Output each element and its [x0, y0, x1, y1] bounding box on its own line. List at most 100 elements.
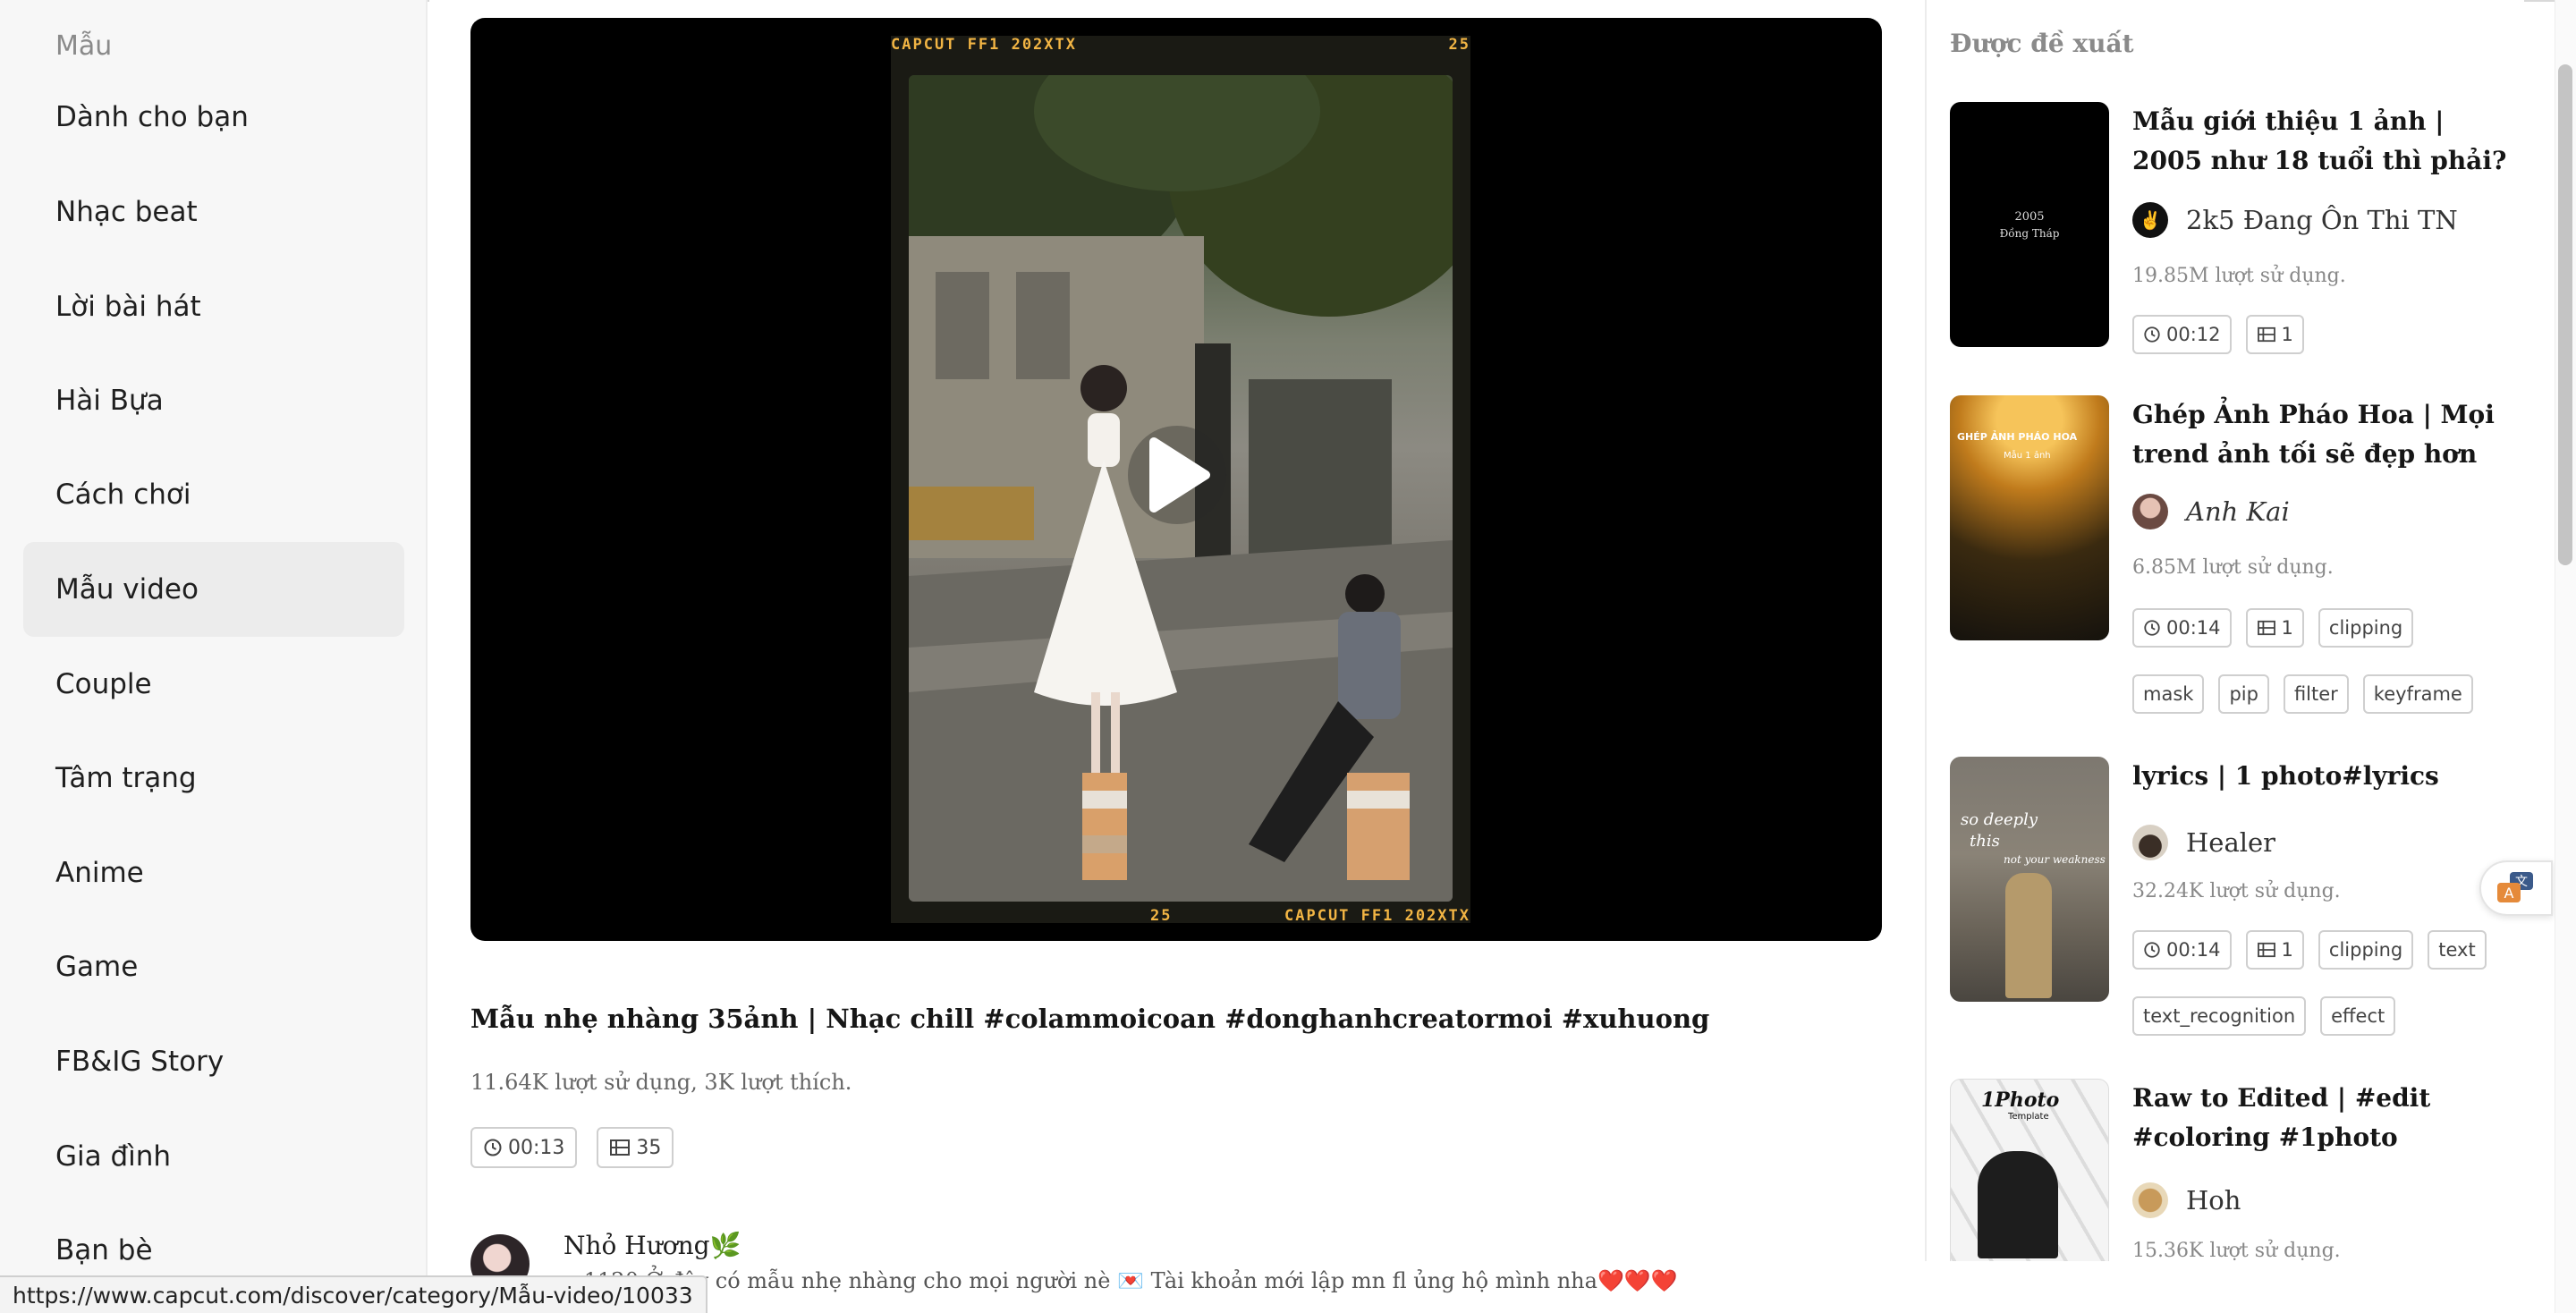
film-label-top-left: CAPCUT FF1 202XTX: [891, 36, 1077, 54]
creator-avatar: [2132, 825, 2168, 860]
clock-icon: [484, 1139, 502, 1156]
tag-row: mask pip filter keyframe: [2132, 674, 2473, 714]
thumbnail-text: so deeply: [1961, 810, 2038, 829]
clock-icon: [2144, 620, 2160, 636]
tag-text[interactable]: text: [2428, 930, 2487, 970]
sidebar-item-hai-bua[interactable]: Hài Bựa: [23, 353, 404, 448]
sidebar-item-cach-choi[interactable]: Cách chơi: [23, 447, 404, 542]
clip-count-pill: 35: [597, 1127, 674, 1168]
tag-filter[interactable]: filter: [2283, 674, 2349, 714]
film-icon: [2257, 942, 2275, 958]
play-button[interactable]: [1128, 426, 1226, 524]
sidebar-item-label: Tâm trạng: [55, 762, 197, 794]
tag-clipping[interactable]: clipping: [2318, 608, 2414, 648]
template-thumbnail[interactable]: GHÉP ẢNH PHÁO HOA Mẫu 1 ảnh: [1950, 395, 2109, 640]
sidebar-item-nhac-beat[interactable]: Nhạc beat: [23, 165, 404, 259]
sidebar-item-danh-cho-ban[interactable]: Dành cho bạn: [23, 70, 404, 165]
video-meta: 00:13 35: [470, 1127, 674, 1168]
template-thumbnail[interactable]: 1Photo Template: [1950, 1079, 2109, 1261]
template-card[interactable]: GHÉP ẢNH PHÁO HOA Mẫu 1 ảnh Ghép Ảnh Phá…: [1950, 395, 2513, 735]
video-stats: 11.64K lượt sử dụng, 3K lượt thích.: [470, 1070, 852, 1095]
sidebar-item-mau-video[interactable]: Mẫu video: [23, 542, 404, 637]
tag-row: 00:14 1 clipping text: [2132, 930, 2487, 970]
floating-translate-button[interactable]: 文 A: [2479, 860, 2553, 916]
page-scrollbar-thumb[interactable]: [2558, 64, 2572, 565]
thumbnail-text: this: [1970, 832, 2000, 851]
film-label-bottom-right: CAPCUT FF1 202XTX: [1284, 907, 1470, 923]
template-title[interactable]: lyrics | 1 photo#lyrics: [2132, 757, 2512, 796]
sidebar-item-label: Hài Bựa: [55, 385, 164, 417]
clip-count-tag: 1: [2245, 315, 2304, 354]
tag-clipping[interactable]: clipping: [2318, 930, 2414, 970]
creator[interactable]: Anh Kai: [2132, 494, 2290, 529]
video-player[interactable]: CAPCUT FF1 202XTX 25 25 CAPCUT FF1 202XT…: [470, 18, 1882, 941]
template-card[interactable]: 2005 Đồng Tháp Mẫu giới thiệu 1 ảnh | 20…: [1950, 102, 2513, 370]
clip-count-value: 1: [2281, 617, 2293, 639]
author-name[interactable]: Nhỏ Hương🌿: [564, 1231, 741, 1260]
clip-count-value: 1: [2281, 939, 2293, 961]
creator-name: Anh Kai: [2186, 496, 2290, 527]
template-title[interactable]: Raw to Edited | #edit #coloring #1photo: [2132, 1079, 2512, 1157]
creator[interactable]: Healer: [2132, 825, 2275, 860]
template-title[interactable]: Mẫu giới thiệu 1 ảnh | 2005 như 18 tuổi …: [2132, 102, 2512, 181]
main-content: CAPCUT FF1 202XTX 25 25 CAPCUT FF1 202XT…: [429, 0, 1925, 1313]
tag-pip[interactable]: pip: [2218, 674, 2269, 714]
thumbnail-text: Template: [2008, 1112, 2049, 1122]
usage-count: 32.24K lượt sử dụng.: [2132, 880, 2341, 902]
thumbnail-figure: [2005, 873, 2052, 998]
tag-text-recognition[interactable]: text_recognition: [2132, 996, 2307, 1036]
sidebar-item-label: Couple: [55, 668, 152, 700]
svg-text:A: A: [2504, 885, 2514, 902]
template-thumbnail[interactable]: 2005 Đồng Tháp: [1950, 102, 2109, 347]
sidebar-item-gia-dinh[interactable]: Gia đình: [23, 1109, 404, 1204]
sidebar-item-tam-trang[interactable]: Tâm trạng: [23, 731, 404, 826]
creator-avatar: [2132, 494, 2168, 529]
sidebar-item-label: Gia đình: [55, 1140, 172, 1173]
usage-count: 19.85M lượt sử dụng.: [2132, 265, 2346, 287]
sidebar-item-game[interactable]: Game: [23, 919, 404, 1014]
clip-count-tag: 1: [2245, 930, 2304, 970]
duration-tag: 00:12: [2132, 315, 2232, 354]
sidebar-item-label: Bạn bè: [55, 1234, 153, 1266]
thumbnail-text: Đồng Tháp: [1999, 226, 2060, 240]
recommended-panel: Được đề xuất 2005 Đồng Tháp Mẫu giới thi…: [1925, 0, 2524, 1261]
sidebar-item-label: Dành cho bạn: [55, 101, 249, 133]
creator[interactable]: ✌ 2k5 Đang Ôn Thi TN: [2132, 202, 2458, 238]
tag-row: 00:12 1: [2132, 315, 2304, 354]
film-icon: [2257, 326, 2275, 343]
sidebar-item-anime[interactable]: Anime: [23, 826, 404, 920]
link-status-bar: https://www.capcut.com/discover/category…: [0, 1275, 708, 1313]
creator-avatar: ✌: [2132, 202, 2168, 238]
template-thumbnail[interactable]: so deeply this not your weakness: [1950, 757, 2109, 1002]
creator[interactable]: Hoh: [2132, 1182, 2241, 1218]
thumbnail-text: 2005: [2014, 209, 2045, 224]
sidebar-item-couple[interactable]: Couple: [23, 637, 404, 732]
duration-value: 00:14: [2166, 617, 2221, 639]
tag-row: 00:14 1 clipping: [2132, 608, 2414, 648]
tag-mask[interactable]: mask: [2132, 674, 2205, 714]
category-sidebar: Mẫu Dành cho bạn Nhạc beat Lời bài hát H…: [0, 0, 428, 1313]
duration-pill: 00:13: [470, 1127, 578, 1168]
sidebar-item-label: Lời bài hát: [55, 291, 201, 323]
clip-count-tag: 1: [2245, 608, 2304, 648]
sidebar-item-label: Nhạc beat: [55, 196, 198, 228]
thumbnail-text: not your weakness: [2004, 853, 2106, 866]
tag-effect[interactable]: effect: [2320, 996, 2396, 1036]
sidebar-item-fb-ig-story[interactable]: FB&IG Story: [23, 1014, 404, 1109]
duration-tag: 00:14: [2132, 930, 2232, 970]
film-icon: [610, 1139, 631, 1156]
usage-count: 15.36K lượt sử dụng.: [2132, 1240, 2341, 1261]
creator-name: Hoh: [2186, 1185, 2241, 1216]
thumbnail-text: Mẫu 1 ảnh: [2004, 451, 2051, 461]
play-icon: [1149, 437, 1210, 512]
tag-keyframe[interactable]: keyframe: [2362, 674, 2473, 714]
template-card[interactable]: so deeply this not your weakness lyrics …: [1950, 757, 2513, 1061]
template-title[interactable]: Ghép Ảnh Pháo Hoa | Mọi trend ảnh tối sẽ…: [2132, 395, 2512, 474]
film-icon: [2257, 620, 2275, 636]
duration-value: 00:13: [508, 1136, 565, 1159]
duration-value: 00:14: [2166, 939, 2221, 961]
sidebar-item-loi-bai-hat[interactable]: Lời bài hát: [23, 259, 404, 354]
sidebar-item-label: Game: [55, 951, 139, 983]
clip-count-value: 35: [636, 1136, 662, 1159]
template-card[interactable]: 1Photo Template Raw to Edited | #edit #c…: [1950, 1079, 2513, 1261]
